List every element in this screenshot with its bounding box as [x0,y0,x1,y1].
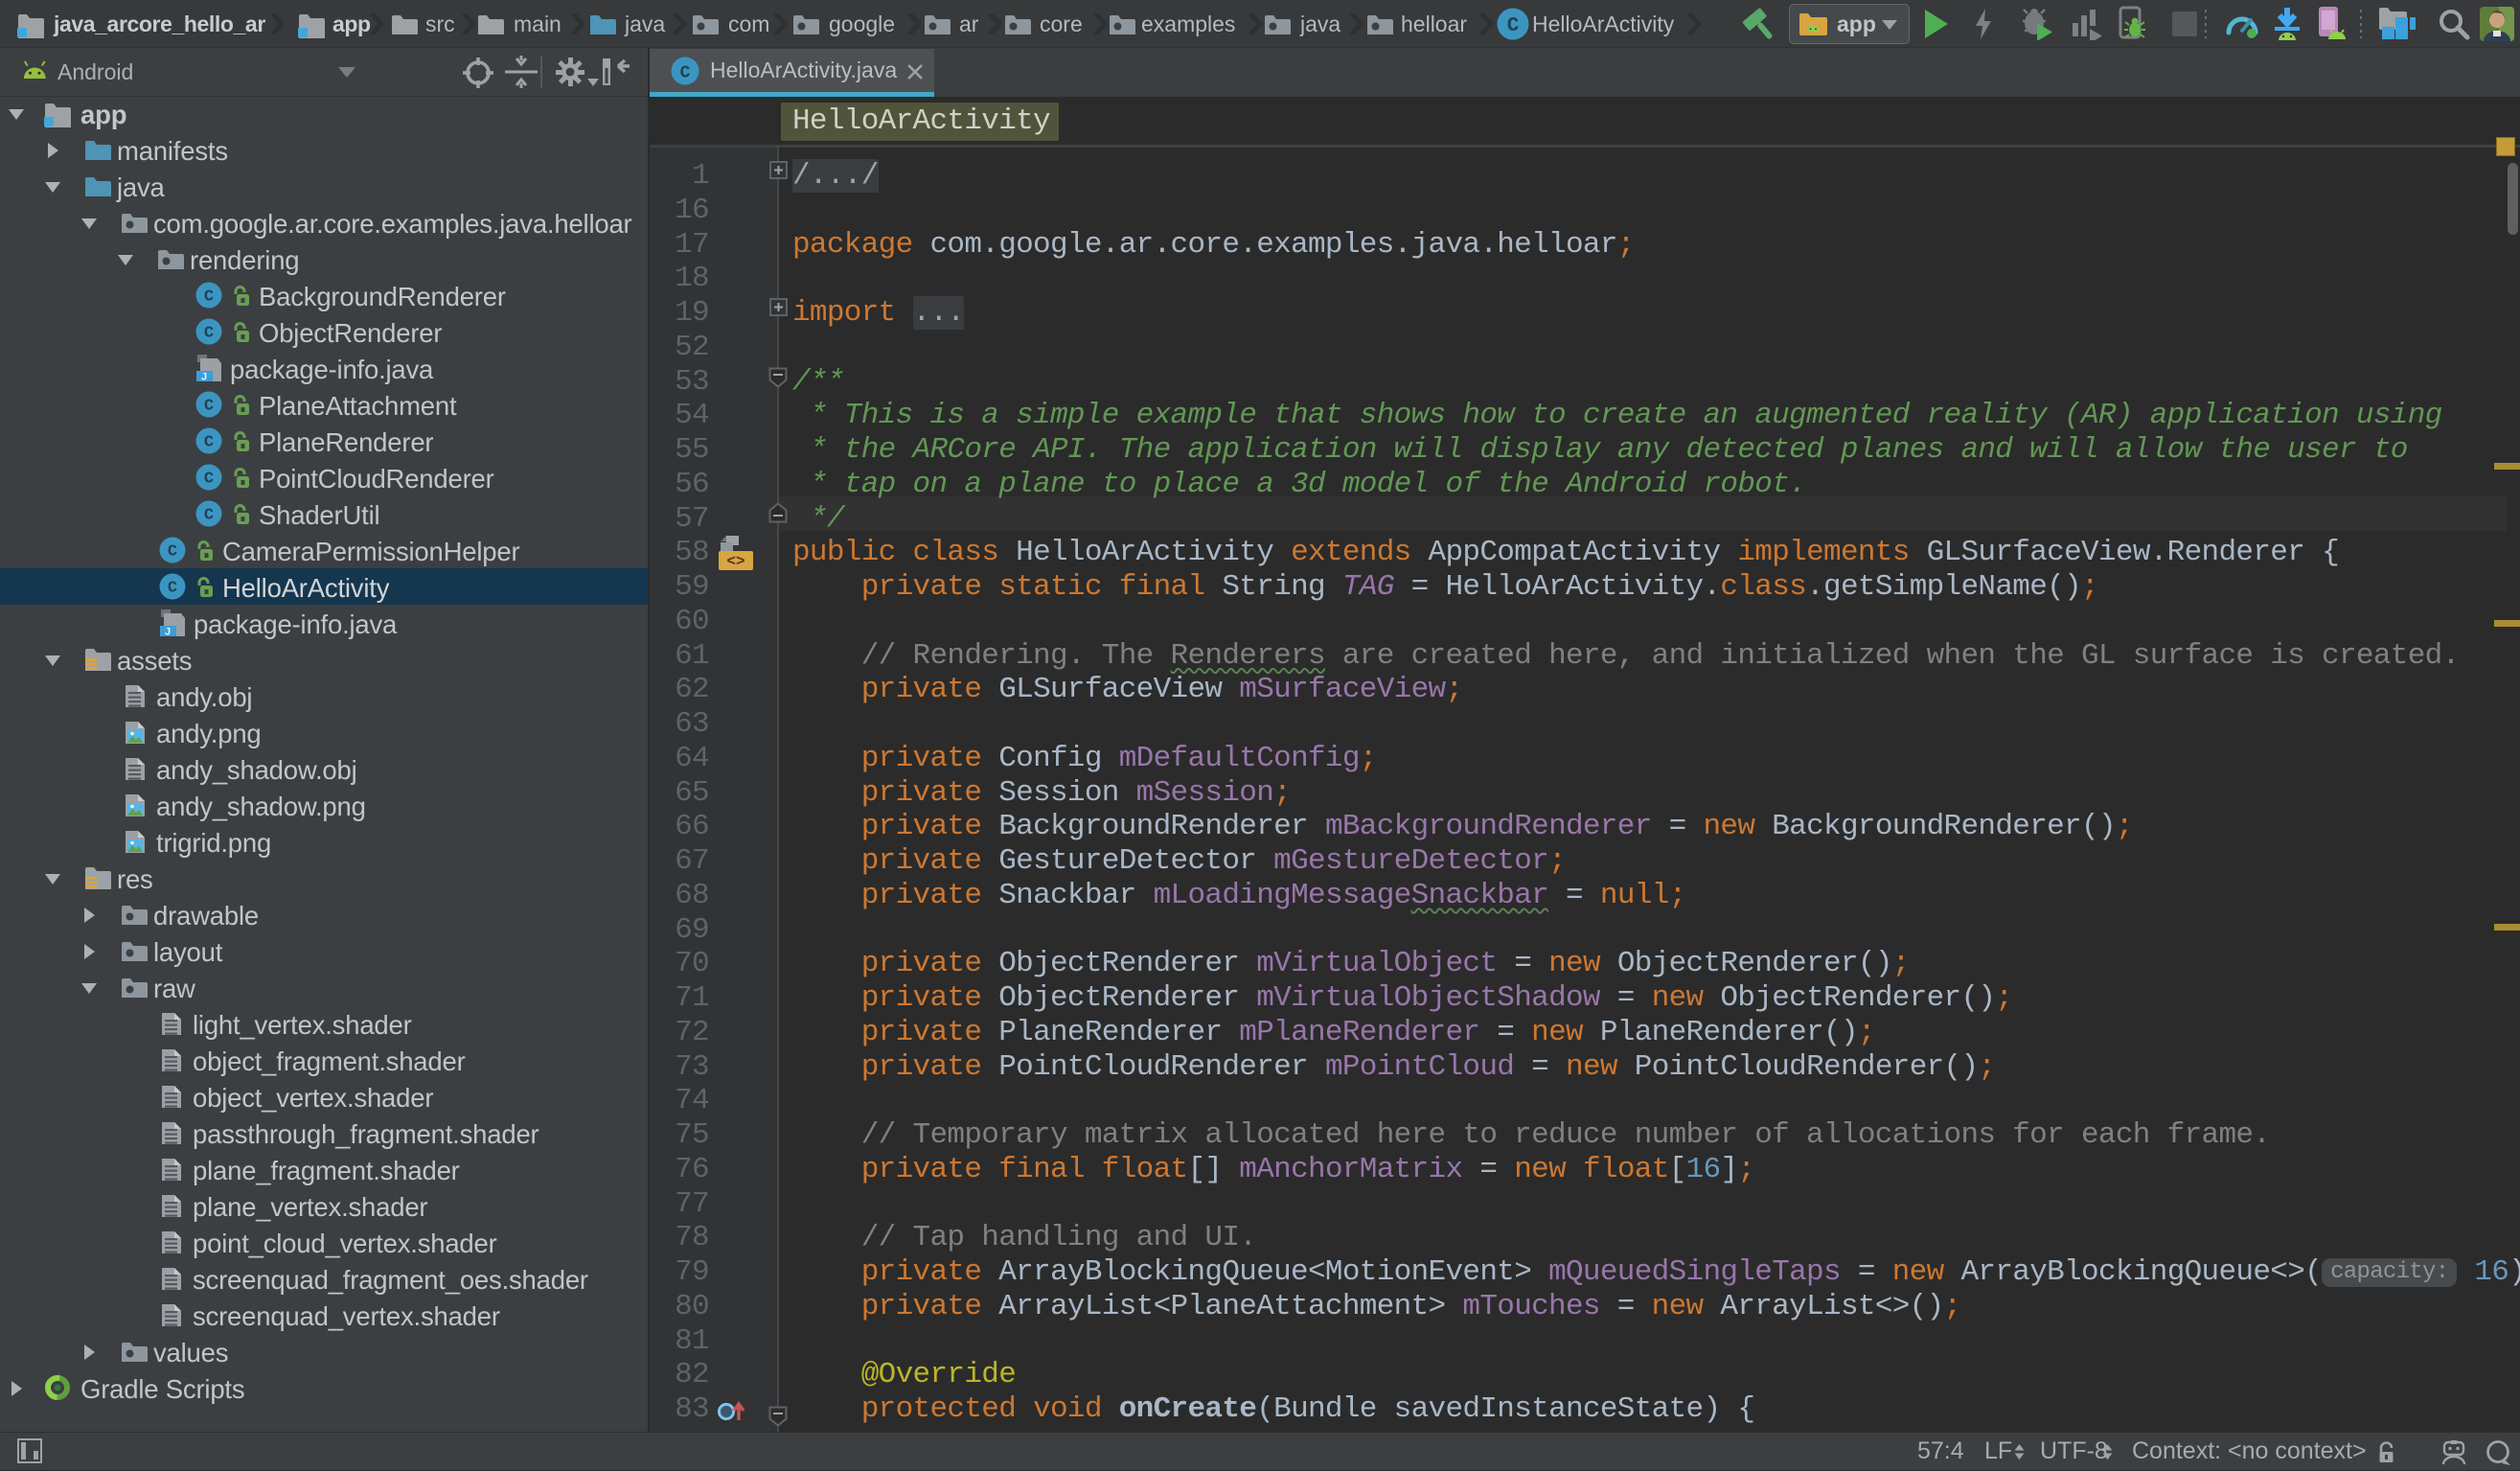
svg-text:<>: <> [726,553,745,570]
svg-text:C: C [1507,15,1520,37]
svg-text:C: C [204,434,214,452]
svg-text:C: C [168,580,177,598]
svg-text:C: C [204,471,214,489]
svg-text:J: J [165,627,171,638]
svg-text:C: C [204,325,214,343]
svg-text:C: C [204,398,214,416]
svg-text:J: J [201,372,207,383]
svg-text:C: C [680,64,691,83]
svg-text:C: C [204,507,214,525]
svg-text:C: C [204,288,214,307]
svg-text:C: C [168,543,177,562]
